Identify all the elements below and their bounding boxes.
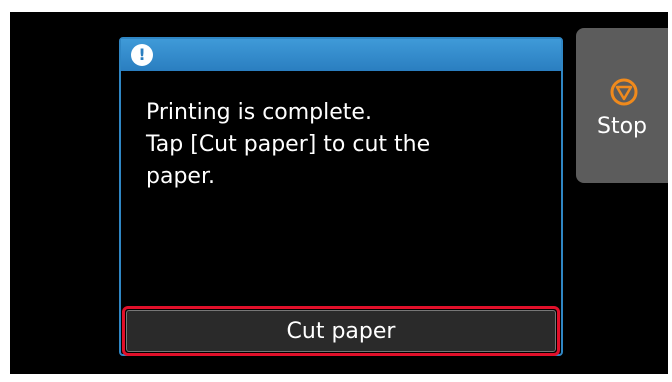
- printer-panel-screen: ! Printing is complete. Tap [Cut paper] …: [10, 12, 668, 374]
- cut-paper-button[interactable]: Cut paper: [126, 310, 556, 352]
- dialog-header: !: [121, 39, 561, 71]
- message-line-1: Printing is complete.: [146, 100, 372, 125]
- dialog-message: Printing is complete. Tap [Cut paper] to…: [146, 97, 546, 193]
- exclamation-icon: !: [131, 44, 153, 66]
- stop-button[interactable]: Stop: [576, 28, 668, 183]
- message-line-3: paper.: [146, 164, 215, 189]
- stop-icon: [610, 78, 638, 106]
- cut-paper-label: Cut paper: [286, 318, 396, 344]
- message-line-2: Tap [Cut paper] to cut the: [146, 132, 431, 157]
- stop-label: Stop: [596, 114, 647, 139]
